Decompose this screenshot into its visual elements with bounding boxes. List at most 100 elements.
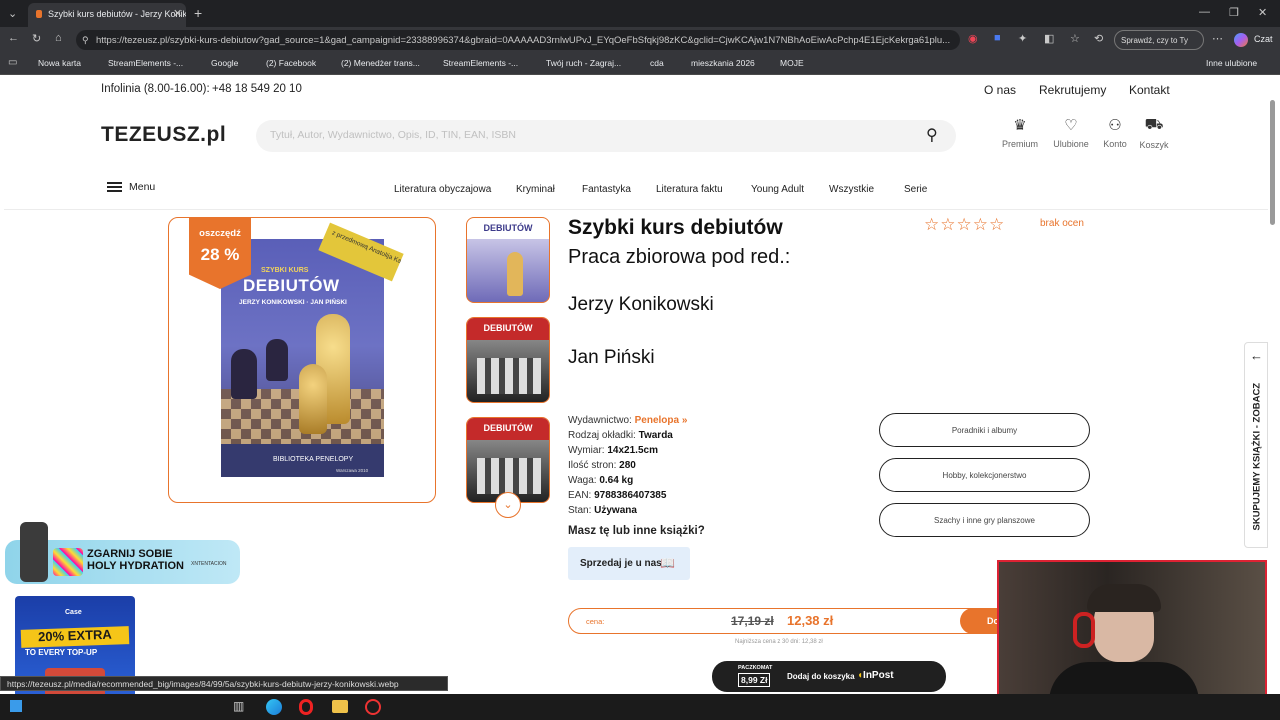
task-view-icon[interactable]: ▥	[233, 699, 244, 713]
premium-button[interactable]: ♛ Premium	[1000, 116, 1040, 149]
collections-icon[interactable]: ▭	[8, 57, 17, 68]
search-icon[interactable]: ⚲	[926, 125, 938, 145]
bookmark-item[interactable]: mieszkania 2026	[691, 58, 755, 68]
url-input[interactable]: ⚲ https://tezeusz.pl/szybki-kurs-debiuto…	[76, 30, 960, 50]
sell-books-button[interactable]: Sprzedaj je u nas 📖	[568, 547, 690, 580]
webcam-overlay	[997, 560, 1267, 712]
window-close-icon[interactable]: ✕	[1258, 6, 1267, 19]
premium-label: Premium	[1001, 139, 1038, 149]
bookmark-item[interactable]: (2) Menedżer trans...	[341, 58, 420, 68]
sell-books-side-tab[interactable]: ← SKUPUJEMY KSIĄŻKI - ZOBACZ	[1244, 342, 1268, 548]
app-icon[interactable]	[365, 699, 381, 715]
copilot-icon[interactable]	[1234, 33, 1248, 47]
favorites-button[interactable]: ♡ Ulubione	[1050, 116, 1092, 149]
search-input[interactable]: Tytuł, Autor, Wydawnictwo, Opis, ID, TIN…	[256, 120, 956, 152]
casehug-brand: Case	[65, 609, 82, 616]
new-price: 12,38 zł	[787, 613, 834, 628]
nav-item[interactable]: Wszystkie	[829, 184, 874, 195]
hydration-ad-banner[interactable]: ZGARNIJ SOBIE HOLY HYDRATION XNTENTACION	[5, 522, 240, 584]
cart-button[interactable]: ⛟ Koszyk	[1138, 116, 1170, 150]
thumbnail-2[interactable]: DEBIUTÓW	[466, 317, 550, 403]
bookmarks-bar: ▭ Nowa karta StreamElements -... Google …	[0, 53, 1280, 75]
casehug-subtext: TO EVERY TOP-UP	[25, 648, 98, 657]
paczkomat-label: PACZKOMAT	[738, 665, 773, 671]
reload-icon[interactable]: ↻	[32, 32, 41, 45]
status-bar-url: https://tezeusz.pl/media/recommended_big…	[0, 676, 448, 691]
cover-series: BIBLIOTEKA PENELOPY	[273, 456, 354, 463]
history-icon[interactable]: ⟲	[1094, 32, 1103, 45]
category-button[interactable]: Szachy i inne gry planszowe	[879, 503, 1090, 537]
product-title: Szybki kurs debiutów	[568, 216, 783, 239]
nav-item[interactable]: Kryminał	[516, 184, 555, 195]
chat-label[interactable]: Czat	[1254, 34, 1273, 44]
back-icon[interactable]: ←	[8, 32, 19, 44]
cover-small-title: SZYBKI KURS	[261, 267, 309, 274]
account-label: Konto	[1103, 139, 1127, 149]
bookmark-item[interactable]: StreamElements -...	[108, 58, 183, 68]
search-placeholder: Tytuł, Autor, Wydawnictwo, Opis, ID, TIN…	[270, 129, 516, 141]
contact-link[interactable]: Kontakt	[1129, 83, 1170, 97]
file-explorer-icon[interactable]	[332, 700, 348, 713]
nav-item[interactable]: Fantastyka	[582, 184, 631, 195]
extension-icon[interactable]: ■	[994, 32, 1001, 44]
more-icon[interactable]: ⋯	[1212, 32, 1223, 45]
close-tab-icon[interactable]: ✕	[173, 7, 182, 20]
other-bookmarks[interactable]: Inne ulubione	[1206, 58, 1257, 68]
bookmark-item[interactable]: Google	[211, 58, 238, 68]
extension-icon[interactable]: ◉	[968, 32, 978, 45]
cart-icon: ⛟	[1144, 116, 1164, 133]
about-link[interactable]: O nas	[984, 83, 1016, 97]
chess-pieces-image	[477, 358, 541, 394]
category-button[interactable]: Hobby, kolekcjonerstwo	[879, 458, 1090, 492]
careers-link[interactable]: Rekrutujemy	[1039, 83, 1106, 97]
headphone-image	[1073, 612, 1095, 648]
scrollbar-thumb[interactable]	[1270, 100, 1275, 225]
thumbnail-1[interactable]: DEBIUTÓW	[466, 217, 550, 303]
detail-row: Wydawnictwo: Penelopa »	[568, 413, 687, 428]
bookmark-item[interactable]: Twój ruch - Zagraj...	[546, 58, 621, 68]
heart-icon: ♡	[1064, 117, 1078, 134]
opera-icon[interactable]	[299, 699, 313, 715]
inpost-add-to-cart-button[interactable]: PACZKOMAT 8,99 Zł Dodaj do koszyka ◖InPo…	[712, 661, 946, 692]
bookmark-item[interactable]: cda	[650, 58, 664, 68]
thumbnail-title: DEBIUTÓW	[467, 418, 549, 440]
address-bar-row: ← ↻ ⌂ ⚲ https://tezeusz.pl/szybki-kurs-d…	[0, 27, 1280, 53]
split-screen-icon[interactable]: ◧	[1044, 32, 1054, 45]
account-button[interactable]: ⚇ Konto	[1100, 116, 1130, 149]
author-link[interactable]: Jan Piński	[568, 347, 655, 369]
thumbnail-title: DEBIUTÓW	[483, 223, 533, 233]
nav-item[interactable]: Literatura obyczajowa	[394, 184, 491, 195]
site-logo[interactable]: TEZEUSZ.pl	[101, 123, 226, 147]
thumbnails-down-button[interactable]: ⌄	[495, 492, 521, 518]
detail-label: EAN:	[568, 490, 592, 501]
url-text: https://tezeusz.pl/szybki-kurs-debiutow?…	[96, 35, 951, 46]
new-tab-icon[interactable]: +	[194, 5, 202, 21]
tab-title: Szybki kurs debiutów - Jerzy Konik...	[48, 9, 186, 19]
tab-list-icon[interactable]: ⌄	[8, 7, 17, 20]
home-icon[interactable]: ⌂	[55, 32, 62, 44]
thumbnail-3[interactable]: DEBIUTÓW	[466, 417, 550, 503]
bookmark-item[interactable]: StreamElements -...	[443, 58, 518, 68]
nav-item[interactable]: Serie	[904, 184, 927, 195]
nav-item[interactable]: Literatura faktu	[656, 184, 723, 195]
favorites-icon[interactable]: ☆	[1070, 32, 1080, 45]
rating-stars[interactable]: ☆☆☆☆☆	[924, 215, 1005, 235]
nav-item[interactable]: Young Adult	[751, 184, 804, 195]
publisher-link[interactable]: Penelopa »	[635, 415, 688, 426]
detail-value: 0.64 kg	[599, 475, 634, 486]
cart-label: Koszyk	[1139, 140, 1169, 150]
extensions-icon[interactable]: ✦	[1018, 32, 1027, 45]
browser-tab[interactable]: Szybki kurs debiutów - Jerzy Konik...	[28, 3, 186, 27]
category-button[interactable]: Poradniki i albumy	[879, 413, 1090, 447]
edge-icon[interactable]	[266, 699, 282, 715]
hotline-phone[interactable]: +48 18 549 20 10	[212, 83, 302, 95]
windows-start-icon[interactable]	[10, 700, 22, 712]
bookmark-item[interactable]: MOJE	[780, 58, 804, 68]
casehug-promo: 20% EXTRA	[20, 626, 130, 648]
bookmark-item[interactable]: Nowa karta	[38, 58, 81, 68]
author-link[interactable]: Jerzy Konikowski	[568, 294, 714, 316]
bookmark-item[interactable]: (2) Facebook	[266, 58, 316, 68]
profile-button[interactable]: Sprawdź, czy to Ty	[1114, 30, 1204, 50]
maximize-icon[interactable]: ❐	[1229, 6, 1239, 19]
minimize-icon[interactable]: —	[1199, 6, 1210, 18]
